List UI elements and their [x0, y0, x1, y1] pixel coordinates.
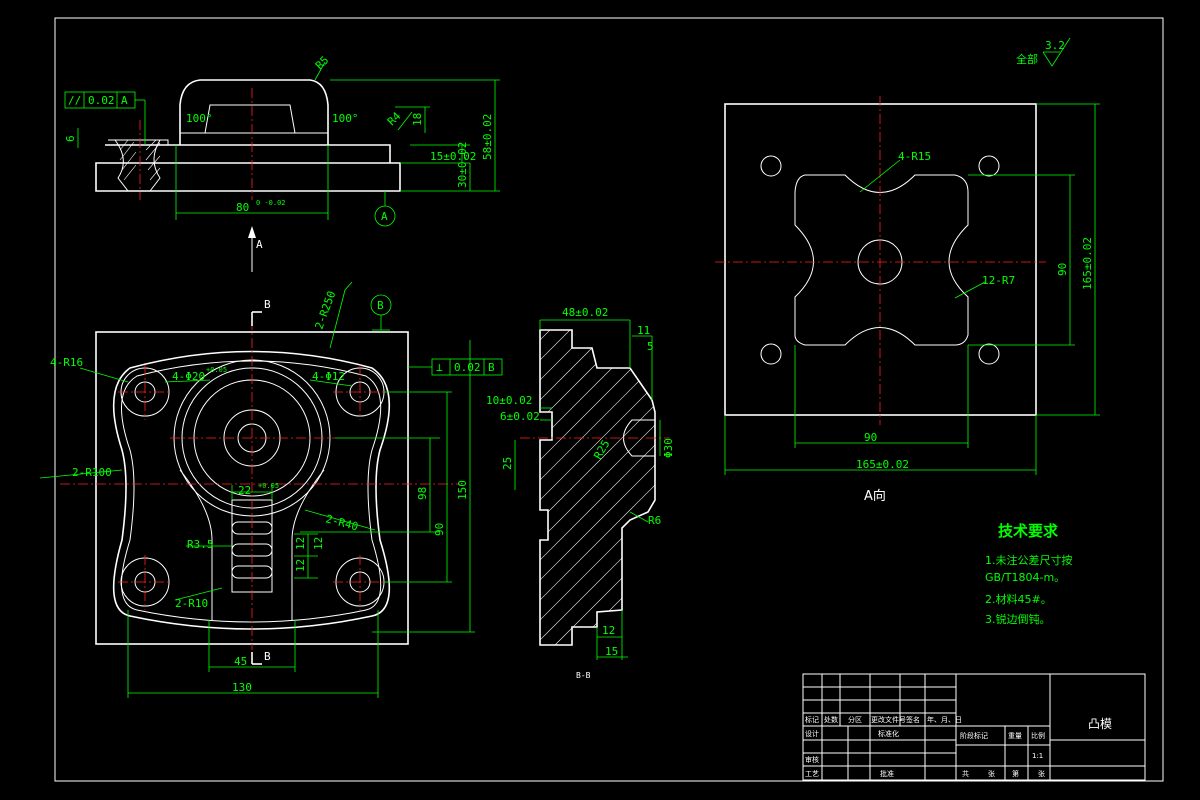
- drawing-frame: [54, 17, 1164, 782]
- view-arrow-a: A: [256, 238, 263, 251]
- dim-22-tol: +0.05: [258, 482, 279, 490]
- front-view: B B B ⊥ 0.02 B 4-R16 4-Φ20 +0.05 4-Φ12 2…: [39, 281, 503, 698]
- dim-4phi20: 4-Φ20: [172, 370, 205, 383]
- dim-130: 130: [232, 681, 252, 694]
- tb-row-zone: 分区: [848, 715, 862, 724]
- dim-2r250: 2-R250: [313, 289, 339, 331]
- sec-dim-r25: R25: [591, 438, 612, 462]
- dim-6: 6: [64, 135, 77, 142]
- dim-4r15: 4-R15: [898, 150, 931, 163]
- dim-98: 98: [416, 487, 429, 500]
- part-name: 凸模: [1088, 717, 1112, 731]
- dim-4phi20-tol: +0.05: [206, 366, 227, 374]
- tb-weight: 重量: [1008, 732, 1022, 740]
- dim-18: 18: [411, 113, 424, 126]
- flatness-datum: A: [121, 94, 128, 107]
- tb-stage: 阶段标记: [960, 731, 988, 740]
- notes-line4: 3.锐边倒钝。: [985, 612, 1051, 626]
- sec-dim-15: 15: [605, 645, 618, 658]
- sec-dim-25: 25: [501, 457, 514, 470]
- dim-4phi12: 4-Φ12: [312, 370, 345, 383]
- tb-process: 工艺: [805, 770, 819, 778]
- dim-45: 45: [234, 655, 247, 668]
- section-label-top: B: [264, 298, 271, 311]
- sec-dim-6: 6±0.02: [500, 410, 540, 423]
- section-label-bottom: B: [264, 650, 271, 663]
- dim-15: 15±0.02: [430, 150, 476, 163]
- tb-approve: 批准: [880, 769, 894, 778]
- datum-a: A: [381, 210, 388, 223]
- dim-80-tol: 0 -0.02: [256, 199, 286, 207]
- sec-dim-12: 12: [602, 624, 615, 637]
- perpendicularity-frame: ⊥ 0.02 B: [408, 358, 503, 376]
- dim-12b: 12: [294, 559, 307, 572]
- tb-design: 设计: [805, 729, 819, 738]
- dim-165v: 165±0.02: [1081, 237, 1094, 290]
- sec-dim-r6: R6: [648, 514, 661, 527]
- section-view: 48±0.02 11 5 10±0.02 6±0.02 25 R6 R25 Φ3…: [486, 306, 675, 680]
- dim-angle-left: 100°: [186, 112, 213, 125]
- dim-r3-5: R3.5: [187, 538, 214, 551]
- datum-b: B: [377, 299, 384, 312]
- sec-dim-11: 11: [637, 324, 650, 337]
- dim-80: 80: [236, 201, 249, 214]
- a-view-name: A向: [864, 488, 886, 504]
- tb-row-sign: 签名: [906, 715, 920, 724]
- dim-90v: 90: [1056, 263, 1069, 276]
- tb-scale-label: 比例: [1031, 731, 1045, 740]
- dim-r5: R5: [313, 54, 332, 73]
- tb-standard: 标准化: [878, 729, 899, 738]
- tb-review: 审核: [805, 755, 819, 764]
- dim-12a: 12: [294, 537, 307, 550]
- perp-datum: B: [488, 361, 495, 374]
- technical-notes: 技术要求 1.未注公差尺寸按 GB/T1804-m。 2.材料45#。 3.锐边…: [985, 522, 1073, 626]
- notes-line1: 1.未注公差尺寸按: [985, 553, 1073, 567]
- flatness-frame: // 0.02 A: [64, 91, 146, 145]
- dim-30: 30±0.02: [456, 142, 469, 188]
- dim-4r16: 4-R16: [50, 356, 83, 369]
- roughness-value: 3.2: [1045, 39, 1065, 52]
- tb-sheet-total: 共: [962, 769, 969, 778]
- dim-90: 90: [433, 523, 446, 536]
- dim-22: 22: [238, 484, 251, 497]
- tb-sheet-no: 第: [1012, 769, 1019, 778]
- notes-line3: 2.材料45#。: [985, 592, 1052, 606]
- perp-value: 0.02: [454, 361, 481, 374]
- dim-2r100: 2-R100: [72, 466, 112, 479]
- roughness-label: 全部: [1016, 52, 1038, 66]
- dim-58: 58±0.02: [481, 114, 494, 160]
- roughness-symbol: 全部 3.2: [1016, 37, 1071, 67]
- dim-12c: 12: [312, 537, 325, 550]
- sec-dim-phi30: Φ30: [662, 438, 675, 458]
- flatness-value: 0.02: [88, 94, 115, 107]
- sec-dim-10: 10±0.02: [486, 394, 532, 407]
- dim-12r7: 12-R7: [982, 274, 1015, 287]
- flatness-symbol: //: [68, 94, 81, 107]
- notes-title: 技术要求: [998, 522, 1059, 540]
- dim-150: 150: [456, 480, 469, 500]
- dim-90h: 90: [864, 431, 877, 444]
- perp-symbol: ⊥: [436, 361, 443, 374]
- sec-dim-5: 5: [647, 340, 654, 353]
- top-view: // 0.02 A 6 R5 R4 100° 100° 18 15±0.02 3…: [64, 54, 500, 272]
- dim-r4: R4: [385, 109, 404, 128]
- tb-sheet-unit: 张: [1038, 769, 1045, 778]
- tb-row-mark: 标记: [805, 715, 819, 724]
- dim-angle-right: 100°: [332, 112, 359, 125]
- dim-2r40: 2-R40: [324, 512, 359, 533]
- section-name: B-B: [576, 671, 591, 680]
- dim-2r10: 2-R10: [175, 597, 208, 610]
- drawing-canvas: // 0.02 A 6 R5 R4 100° 100° 18 15±0.02 3…: [39, 17, 1164, 782]
- tb-row-count: 处数: [824, 715, 838, 724]
- title-block: 凸模 标记 处数 分区 更改文件号 签名 年、月、日 设计 标准化 阶段标记 重…: [802, 673, 1146, 781]
- tb-sheet-of: 张: [988, 769, 995, 778]
- tb-row-date: 年、月、日: [927, 715, 962, 724]
- notes-line2: GB/T1804-m。: [985, 571, 1065, 584]
- sec-dim-48: 48±0.02: [562, 306, 608, 319]
- dim-165h: 165±0.02: [856, 458, 909, 471]
- tb-row-docno: 更改文件号: [871, 715, 906, 724]
- a-view: 4-R15 12-R7 90 165±0.02 90 165±0.02 A向: [715, 96, 1100, 504]
- tb-scale-value: 1:1: [1032, 752, 1043, 760]
